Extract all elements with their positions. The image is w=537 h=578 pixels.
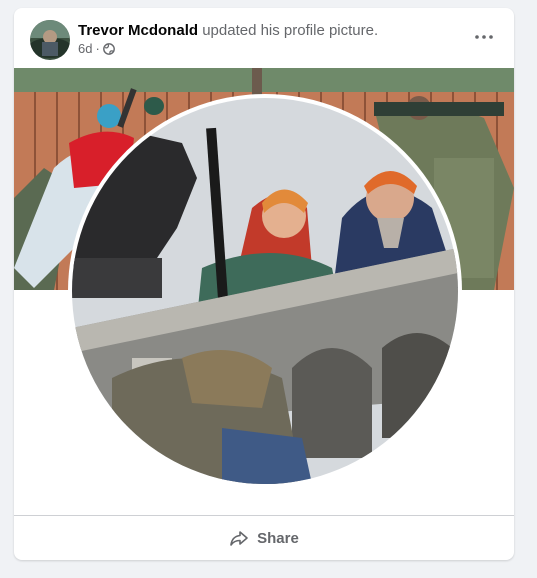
share-button[interactable]: Share <box>14 520 514 556</box>
share-label: Share <box>257 529 299 547</box>
more-dots-icon <box>475 35 493 39</box>
profile-photo[interactable] <box>72 98 458 484</box>
profile-update-media[interactable] <box>14 68 514 514</box>
globe-icon[interactable] <box>102 42 115 55</box>
more-options-button[interactable] <box>466 22 502 52</box>
post-title-line: Trevor Mcdonald updated his profile pict… <box>78 22 378 39</box>
author-name[interactable]: Trevor Mcdonald <box>78 22 198 39</box>
share-arrow-icon <box>229 528 249 548</box>
actions-divider <box>14 515 514 516</box>
post-timestamp[interactable]: 6d <box>78 41 92 56</box>
post-action-text: updated his profile picture. <box>202 22 379 39</box>
author-avatar[interactable] <box>30 20 70 60</box>
post-meta: 6d · <box>78 41 115 56</box>
post-card: Trevor Mcdonald updated his profile pict… <box>14 8 514 560</box>
meta-separator: · <box>95 41 100 56</box>
post-header: Trevor Mcdonald updated his profile pict… <box>14 8 514 68</box>
